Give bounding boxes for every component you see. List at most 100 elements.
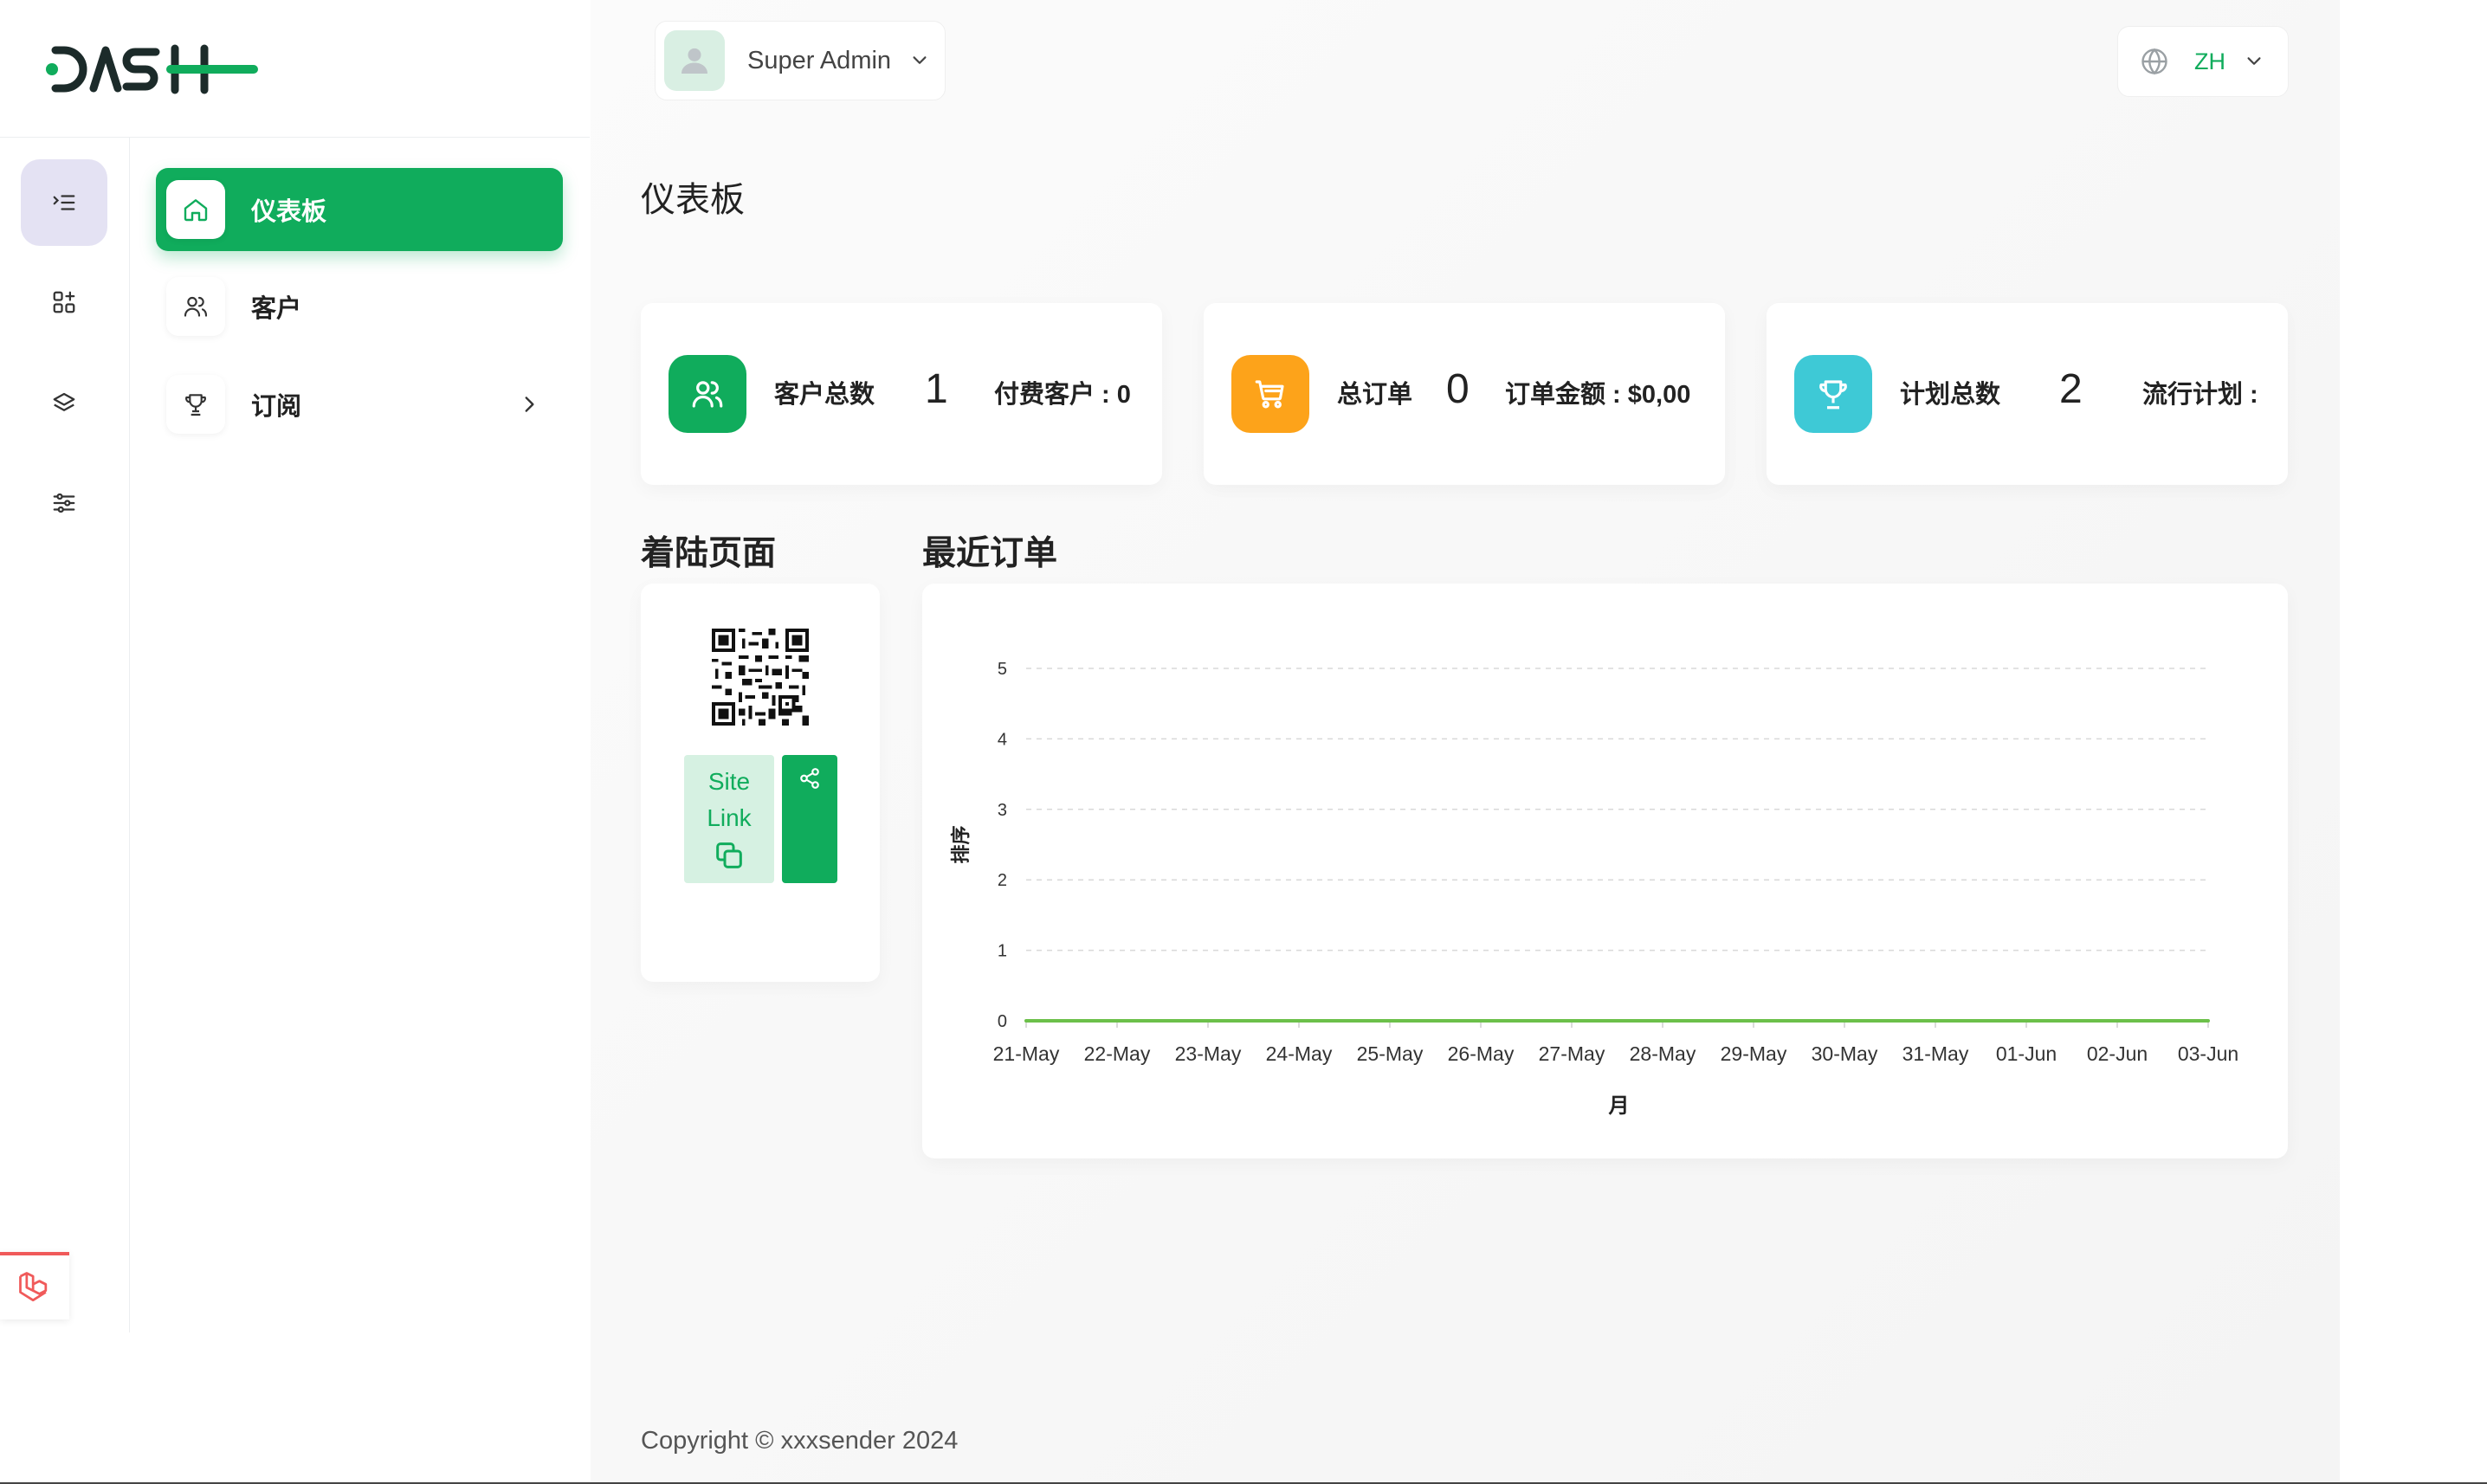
y-tick-label: 2 xyxy=(998,871,1007,890)
sidebar-nav: 仪表板 客户 订阅 xyxy=(130,138,590,1332)
menu-toggle-button[interactable] xyxy=(21,159,107,246)
stat-value: 0 xyxy=(1446,366,1470,412)
x-tick-label: 28-May xyxy=(1630,1042,1696,1065)
user-menu[interactable]: Super Admin xyxy=(655,21,946,100)
stat-label: 计划总数 xyxy=(1900,381,2001,409)
data-point xyxy=(1388,1019,1392,1023)
data-point xyxy=(2206,1019,2210,1023)
x-tick-label: 02-Jun xyxy=(2087,1042,2148,1065)
sidebar-item-label: 客户 xyxy=(251,295,302,323)
site-link-label: Link xyxy=(707,804,752,831)
rail-apps-button[interactable] xyxy=(21,259,107,345)
recent-orders-chart-card: 0 1 2 3 4 5 21-May 22-May 23-May 24-May 25-May 26-M… xyxy=(922,584,2288,1158)
x-tick-label: 01-Jun xyxy=(1996,1042,2057,1065)
stat-meta: 订单金额 : $0,00 xyxy=(1505,381,1691,409)
x-tick-label: 23-May xyxy=(1175,1042,1242,1065)
chevron-down-icon xyxy=(2247,57,2261,65)
stat-card-plans: 计划总数 2 流行计划 : xyxy=(1767,303,2288,485)
dash-logo[interactable] xyxy=(45,42,262,97)
layers-icon xyxy=(53,392,75,411)
data-point xyxy=(1115,1019,1119,1023)
trophy-icon xyxy=(185,394,206,416)
user-name: Super Admin xyxy=(747,46,892,74)
trophy-icon xyxy=(1819,380,1847,410)
nav-icon-box xyxy=(166,375,225,434)
x-tick-label: 29-May xyxy=(1721,1042,1787,1065)
y-axis-label: 排序 xyxy=(950,825,972,863)
sidebar-item-label: 仪表板 xyxy=(251,198,327,226)
data-point xyxy=(1297,1019,1301,1023)
stat-badge xyxy=(1794,355,1872,433)
nav-icon-box xyxy=(166,277,225,336)
share-button[interactable] xyxy=(782,755,837,883)
stat-value: 2 xyxy=(2059,366,2083,412)
site-link-label: Site xyxy=(707,768,751,795)
home-icon xyxy=(184,199,208,222)
landing-section-title: 着陆页面 xyxy=(641,535,777,572)
cart-icon xyxy=(1255,380,1284,409)
x-tick-label: 24-May xyxy=(1266,1042,1333,1065)
sidebar-item-customers[interactable]: 客户 xyxy=(156,265,563,348)
copy-icon xyxy=(716,842,742,868)
stat-value: 1 xyxy=(925,366,948,412)
nav-icon-box xyxy=(166,180,225,239)
y-tick-label: 1 xyxy=(998,942,1007,961)
stat-badge xyxy=(669,355,746,433)
user-avatar-icon xyxy=(682,48,707,74)
orders-section-title: 最近订单 xyxy=(922,535,1058,572)
data-point xyxy=(1661,1019,1664,1023)
stat-badge xyxy=(1231,355,1309,433)
stat-label: 总订单 xyxy=(1337,381,1413,409)
language-code: ZH xyxy=(2194,48,2225,74)
sidebar-item-subscriptions[interactable]: 订阅 xyxy=(156,363,563,446)
recent-orders-chart: 0 1 2 3 4 5 21-May 22-May 23-May 24-May 25-May 26-M… xyxy=(950,660,2238,1118)
x-tick-label: 03-Jun xyxy=(2178,1042,2238,1065)
landing-page-card: Site Link xyxy=(641,584,880,982)
stat-label: 客户总数 xyxy=(774,381,875,409)
y-tick-label: 0 xyxy=(998,1012,1007,1031)
x-tick-label: 26-May xyxy=(1448,1042,1515,1065)
x-tick-label: 25-May xyxy=(1357,1042,1424,1065)
laravel-badge[interactable] xyxy=(0,1252,69,1319)
data-point xyxy=(1752,1019,1755,1023)
footer-copyright: Copyright © xxxsender 2024 xyxy=(641,1427,959,1455)
avatar xyxy=(664,30,725,91)
users-icon xyxy=(692,381,723,408)
x-tick-label: 21-May xyxy=(993,1042,1060,1065)
x-tick-label: 22-May xyxy=(1084,1042,1151,1065)
y-tick-label: 4 xyxy=(998,730,1007,749)
stat-card-customers: 客户总数 1 付费客户 : 0 xyxy=(641,303,1162,485)
data-point xyxy=(1024,1019,1028,1023)
y-tick-label: 5 xyxy=(998,660,1007,679)
stat-meta: 流行计划 : xyxy=(2142,381,2258,409)
x-axis-label: 月 xyxy=(1608,1094,1630,1118)
site-link-button[interactable]: Site Link xyxy=(684,755,774,883)
stat-meta: 付费客户 : 0 xyxy=(994,381,1131,409)
language-selector[interactable]: ZH xyxy=(2117,26,2289,97)
qr-code xyxy=(712,629,809,726)
sidebar-item-dashboard[interactable]: 仪表板 xyxy=(156,168,563,251)
data-point xyxy=(2116,1019,2119,1023)
app-root: 仪表板 客户 订阅 Super Admin ZH 仪表板 客户总数 1 付费客户… xyxy=(0,0,2487,1484)
page-title: 仪表板 xyxy=(641,181,745,219)
sidebar-item-label: 订阅 xyxy=(251,393,302,421)
data-point xyxy=(1934,1019,1937,1023)
laravel-icon xyxy=(19,1272,48,1302)
data-point xyxy=(1843,1019,1846,1023)
rail-settings-button[interactable] xyxy=(21,460,107,546)
share-icon xyxy=(800,768,819,789)
sliders-icon xyxy=(53,493,75,513)
x-tick-label: 31-May xyxy=(1902,1042,1969,1065)
stat-card-orders: 总订单 0 订单金额 : $0,00 xyxy=(1204,303,1725,485)
icon-rail xyxy=(0,138,130,1332)
apps-add-icon xyxy=(53,291,75,313)
chevron-right-icon xyxy=(525,397,534,412)
brand-area xyxy=(0,0,590,138)
data-point xyxy=(1206,1019,1210,1023)
right-margin xyxy=(2340,0,2487,1484)
data-point xyxy=(1570,1019,1573,1023)
rail-layers-button[interactable] xyxy=(21,359,107,446)
chevron-down-icon xyxy=(913,56,927,64)
x-tick-label: 27-May xyxy=(1539,1042,1605,1065)
y-tick-label: 3 xyxy=(998,801,1007,820)
